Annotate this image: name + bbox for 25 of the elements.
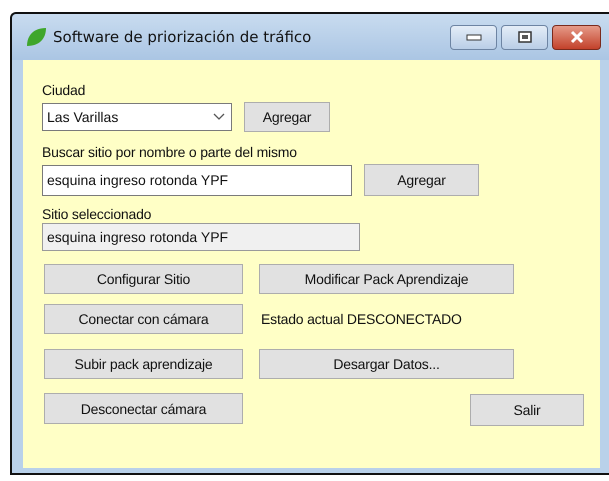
search-field[interactable]: esquina ingreso rotonda YPF: [42, 164, 352, 196]
exit-button[interactable]: Salir: [470, 394, 584, 426]
maximize-button[interactable]: [501, 24, 548, 50]
selected-site-label: Sitio seleccionado: [42, 206, 152, 222]
upload-pack-button[interactable]: Subir pack aprendizaje: [44, 349, 243, 379]
configure-site-button[interactable]: Configurar Sitio: [44, 264, 243, 294]
city-label: Ciudad: [42, 82, 86, 98]
modify-pack-button[interactable]: Modificar Pack Aprendizaje: [259, 264, 514, 294]
selected-site-field[interactable]: esquina ingreso rotonda YPF: [42, 223, 360, 251]
maximize-icon: [518, 31, 532, 43]
close-button[interactable]: [552, 24, 601, 50]
download-data-button[interactable]: Desargar Datos...: [259, 349, 514, 379]
search-label: Buscar sitio por nombre o parte del mismo: [42, 144, 297, 160]
minimize-button[interactable]: [450, 24, 497, 50]
close-icon: [568, 30, 584, 44]
add-site-button[interactable]: Agregar: [364, 164, 479, 196]
connection-status: Estado actual DESCONECTADO: [261, 311, 462, 327]
window-title: Software de priorización de tráfico: [53, 28, 312, 46]
disconnect-camera-button[interactable]: Desconectar cámara: [44, 393, 243, 424]
chevron-down-icon: [213, 113, 225, 121]
connect-camera-button[interactable]: Conectar con cámara: [44, 304, 243, 334]
add-city-button[interactable]: Agregar: [244, 102, 330, 132]
leaf-icon: [25, 26, 47, 48]
city-dropdown[interactable]: Las Varillas: [42, 103, 232, 131]
minimize-icon: [466, 33, 482, 41]
